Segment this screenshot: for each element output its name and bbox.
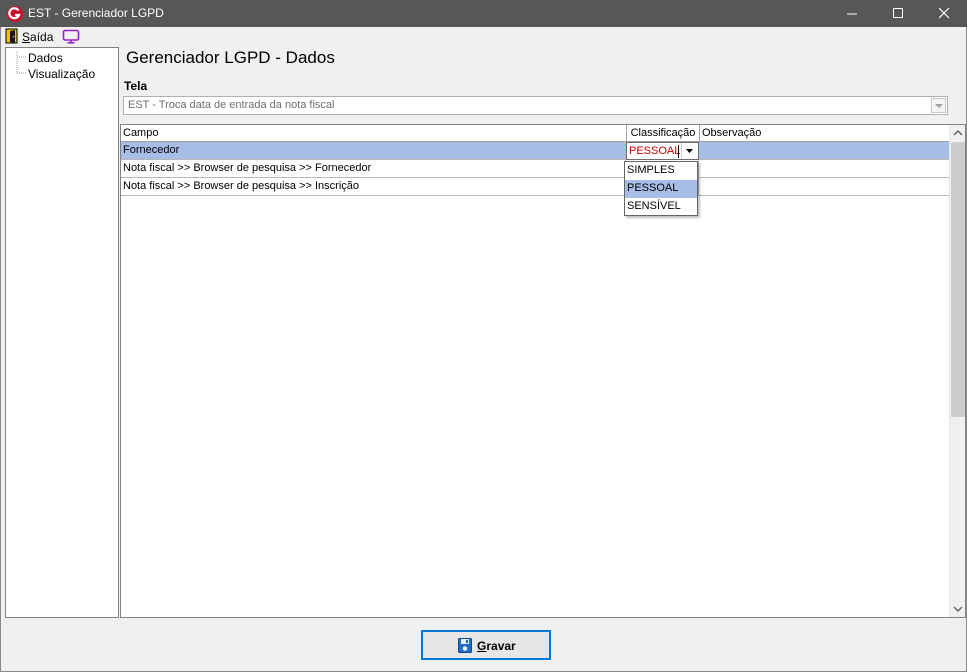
table-row[interactable]: Nota fiscal >> Browser de pesquisa >> In… xyxy=(121,178,950,196)
chevron-down-icon xyxy=(935,104,943,108)
window-body: Saída Dados Visualização Gerenciador LGP… xyxy=(0,27,967,672)
classificacao-dropdown-list: SIMPLES PESSOAL SENSÍVEL xyxy=(624,161,698,216)
close-icon xyxy=(939,8,950,19)
save-button-label: Gravar xyxy=(477,639,516,653)
column-header-campo[interactable]: Campo xyxy=(121,125,627,142)
column-header-observacao[interactable]: Observação xyxy=(700,125,950,142)
tela-select-value: EST - Troca data de entrada da nota fisc… xyxy=(128,99,335,111)
floppy-disk-icon xyxy=(458,638,472,653)
menu-saida-accel: S xyxy=(22,30,31,44)
tree-lines xyxy=(16,51,26,74)
text-caret xyxy=(678,145,679,158)
tela-label: Tela xyxy=(124,79,148,93)
cell-observacao[interactable] xyxy=(699,160,950,178)
close-button[interactable] xyxy=(921,0,967,27)
tree-item-visualizacao[interactable]: Visualização xyxy=(28,67,95,81)
save-button[interactable]: Gravar xyxy=(421,630,551,660)
data-grid: Campo Classificação Observação Fornecedo… xyxy=(120,124,966,618)
tela-select-dropdown-button[interactable] xyxy=(931,98,946,113)
save-accel: G xyxy=(477,639,487,653)
dropdown-option-simples[interactable]: SIMPLES xyxy=(625,162,697,180)
grid-vertical-scrollbar[interactable] xyxy=(949,125,965,617)
column-header-classificacao[interactable]: Classificação xyxy=(627,125,700,142)
classificacao-editor[interactable]: PESSOAL xyxy=(626,142,699,160)
dropdown-option-sensivel[interactable]: SENSÍVEL xyxy=(625,198,697,216)
scrollbar-thumb[interactable] xyxy=(951,142,965,417)
cell-campo[interactable]: Fornecedor xyxy=(121,142,626,160)
table-row[interactable]: Nota fiscal >> Browser de pesquisa >> Fo… xyxy=(121,160,950,178)
classificacao-dropdown-button[interactable] xyxy=(681,143,698,159)
app-logo-icon xyxy=(7,6,23,22)
window-title: EST - Gerenciador LGPD xyxy=(28,6,164,20)
monitor-icon[interactable] xyxy=(62,29,80,44)
minimize-icon xyxy=(847,13,857,15)
classificacao-editor-value: PESSOAL xyxy=(629,145,681,157)
scroll-down-icon[interactable] xyxy=(953,605,963,613)
cell-campo[interactable]: Nota fiscal >> Browser de pesquisa >> Fo… xyxy=(121,160,626,178)
tree-item-dados[interactable]: Dados xyxy=(28,51,63,65)
exit-door-icon[interactable] xyxy=(5,28,19,44)
chevron-down-icon xyxy=(686,149,693,153)
scroll-up-icon[interactable] xyxy=(953,129,963,137)
title-bar: EST - Gerenciador LGPD xyxy=(0,0,967,27)
cell-observacao[interactable] xyxy=(699,142,950,160)
dropdown-option-pessoal[interactable]: PESSOAL xyxy=(625,180,697,198)
grid-header: Campo Classificação Observação xyxy=(121,125,950,142)
tela-select[interactable]: EST - Troca data de entrada da nota fisc… xyxy=(123,96,948,115)
menu-saida-label: aída xyxy=(30,30,54,44)
table-row[interactable]: Fornecedor PESSOAL xyxy=(121,142,950,160)
maximize-icon xyxy=(893,8,903,18)
menu-saida[interactable]: Saída xyxy=(22,30,53,44)
maximize-button[interactable] xyxy=(875,0,921,27)
navigation-tree: Dados Visualização xyxy=(5,47,119,618)
menu-bar: Saída xyxy=(1,27,966,46)
cell-campo[interactable]: Nota fiscal >> Browser de pesquisa >> In… xyxy=(121,178,626,196)
cell-observacao[interactable] xyxy=(699,178,950,196)
page-title: Gerenciador LGPD - Dados xyxy=(126,48,335,67)
save-label-rest: ravar xyxy=(486,639,516,653)
minimize-button[interactable] xyxy=(829,0,875,27)
